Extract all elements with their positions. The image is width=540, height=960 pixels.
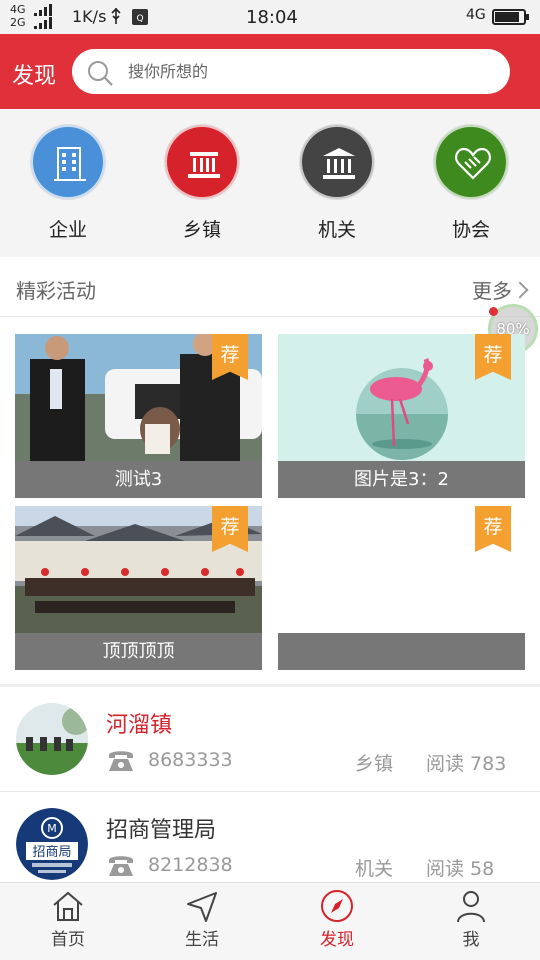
usb-icon: Q	[111, 7, 148, 25]
clock: 18:04	[246, 7, 298, 28]
item-type: 乡镇	[355, 753, 394, 775]
bottom-nav: 首页 生活 发现 我	[0, 882, 540, 960]
item-phone: 8683333	[148, 749, 233, 771]
phone-icon	[109, 856, 133, 876]
search-icon	[88, 61, 113, 86]
activity-caption	[278, 633, 525, 670]
activity-card[interactable]: 荐	[278, 506, 525, 670]
phone-icon	[109, 751, 133, 771]
building-icon	[31, 125, 105, 199]
item-name: 招商管理局	[106, 818, 217, 843]
top-bar: 发现	[0, 34, 540, 109]
category-label: 企业	[48, 219, 87, 241]
item-phone: 8212838	[148, 854, 233, 876]
tab-label: 生活	[185, 930, 219, 950]
search-box[interactable]	[72, 49, 510, 94]
activity-caption: 图片是3：2	[278, 461, 525, 498]
activity-card[interactable]: 图片是3：2 荐	[278, 334, 525, 498]
tab-label: 首页	[51, 930, 85, 950]
tab-me[interactable]: 我	[421, 889, 521, 950]
category-label: 机关	[317, 219, 356, 241]
item-reads: 阅读 783	[426, 753, 507, 775]
category-town[interactable]: 乡镇	[152, 125, 252, 242]
home-icon	[53, 891, 83, 921]
category-government[interactable]: 机关	[287, 125, 387, 242]
avatar	[16, 703, 88, 775]
town-hall-icon	[165, 125, 239, 199]
status-bar: 4G 2G 1K/s Q 18:04 4G	[0, 0, 540, 34]
network-type: 4G 2G	[10, 3, 26, 29]
item-reads: 阅读 58	[426, 858, 495, 880]
svg-text:Q: Q	[136, 14, 143, 24]
tab-label: 发现	[320, 930, 354, 950]
more-link[interactable]: 更多	[472, 275, 529, 304]
tab-home[interactable]: 首页	[18, 889, 118, 950]
tab-life[interactable]: 生活	[152, 889, 252, 950]
activities-header: 精彩活动 更多	[0, 257, 540, 317]
signal-icon	[34, 4, 52, 29]
svg-text:M: M	[47, 822, 57, 835]
svg-text:招商局: 招商局	[32, 845, 71, 860]
handshake-heart-icon	[434, 125, 508, 199]
person-icon	[457, 891, 485, 923]
category-label: 协会	[451, 219, 490, 241]
navigation-arrow-icon	[187, 892, 217, 922]
government-icon	[300, 125, 374, 199]
tab-discover[interactable]: 发现	[287, 889, 387, 950]
search-input[interactable]	[128, 49, 488, 94]
list-item[interactable]: 河溜镇 8683333 乡镇 阅读 783	[0, 687, 540, 792]
activity-caption: 顶顶顶顶	[15, 633, 262, 670]
chevron-right-icon	[511, 281, 529, 299]
category-enterprise[interactable]: 企业	[18, 125, 118, 242]
compass-icon	[321, 890, 353, 922]
tab-label: 我	[462, 930, 480, 950]
page-title: 发现	[12, 64, 57, 89]
activity-card[interactable]: 测试3 荐	[15, 334, 262, 498]
activity-caption: 测试3	[15, 461, 262, 498]
section-title: 精彩活动	[16, 279, 96, 303]
notification-dot	[489, 307, 498, 316]
category-association[interactable]: 协会	[421, 125, 521, 242]
battery-icon	[492, 9, 529, 25]
network-speed: 1K/s	[72, 7, 107, 26]
network-type-right: 4G	[466, 7, 486, 23]
category-label: 乡镇	[182, 219, 221, 241]
activity-card[interactable]: 顶顶顶顶 荐	[15, 506, 262, 670]
item-type: 机关	[355, 858, 394, 880]
item-name: 河溜镇	[106, 713, 173, 738]
avatar: M 招商局	[16, 808, 88, 880]
category-grid: 企业 乡镇 机关 协会	[0, 109, 540, 257]
